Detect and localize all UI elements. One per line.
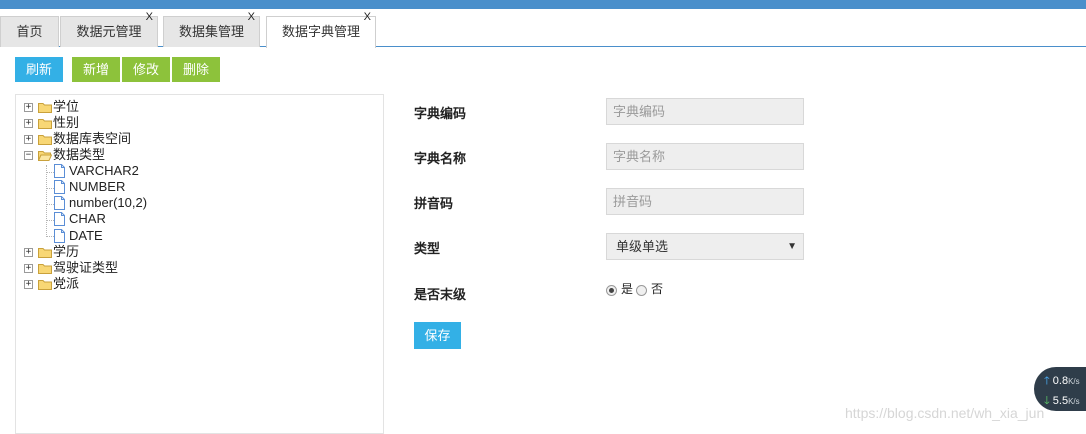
- upload-value: 0.8: [1052, 375, 1069, 387]
- close-icon[interactable]: X: [364, 11, 371, 23]
- folder-icon: [38, 280, 52, 290]
- collapse-icon[interactable]: −: [24, 151, 33, 160]
- folder-icon: [38, 119, 52, 129]
- tab-data-element[interactable]: 数据元管理 X: [60, 11, 158, 47]
- folder-open-icon: [38, 151, 52, 161]
- tree-node-label: 数据类型: [53, 147, 106, 162]
- tab-label: 数据元管理: [76, 24, 142, 39]
- tree-connector: [46, 220, 54, 221]
- name-label: 字典名称: [414, 151, 467, 166]
- file-icon: [54, 212, 65, 226]
- code-input[interactable]: [606, 98, 804, 125]
- caret-down-icon: ▼: [787, 241, 797, 252]
- tab-label: 首页: [16, 24, 43, 39]
- pinyin-label: 拼音码: [414, 196, 454, 211]
- tab-dataset[interactable]: 数据集管理 X: [163, 11, 260, 47]
- edit-button[interactable]: 修改: [122, 57, 171, 82]
- expand-icon[interactable]: +: [24, 103, 33, 112]
- tree-connector: [46, 172, 54, 173]
- tree-node-label: 学历: [53, 244, 80, 259]
- tree-leaf-label: VARCHAR2: [69, 163, 139, 178]
- folder-icon: [38, 264, 52, 274]
- leaf-yes-label: 是: [621, 282, 634, 296]
- expand-icon[interactable]: +: [24, 119, 33, 128]
- tab-data-dictionary[interactable]: 数据字典管理 X: [266, 11, 376, 48]
- type-select-value: 单级单选: [616, 239, 669, 254]
- download-arrow-icon: 🡓: [1044, 395, 1050, 407]
- file-icon: [54, 180, 65, 194]
- name-input[interactable]: [606, 143, 804, 170]
- refresh-button[interactable]: 刷新: [15, 57, 64, 82]
- type-label: 类型: [414, 241, 441, 256]
- tree-node-label: 党派: [53, 276, 80, 291]
- leaf-no-radio[interactable]: [636, 285, 647, 296]
- file-icon: [54, 164, 65, 178]
- watermark: https://blog.csdn.net/wh_xia_jun: [845, 405, 1045, 421]
- file-icon: [54, 196, 65, 210]
- tab-label: 数据字典管理: [281, 24, 360, 39]
- upload-arrow-icon: 🡑: [1044, 375, 1050, 387]
- expand-icon[interactable]: +: [24, 264, 33, 273]
- folder-icon: [38, 103, 52, 113]
- leaf-label: 是否末级: [414, 287, 467, 302]
- tree-connector: [46, 188, 54, 189]
- expand-icon[interactable]: +: [24, 135, 33, 144]
- close-icon[interactable]: X: [248, 11, 255, 23]
- tree-leaf-label: NUMBER: [69, 179, 126, 194]
- download-value: 5.5: [1052, 395, 1069, 407]
- folder-icon: [38, 135, 52, 145]
- add-button[interactable]: 新增: [72, 57, 121, 82]
- download-speed: 🡓 5.5K/s: [1044, 392, 1080, 411]
- upload-speed: 🡑 0.8K/s: [1044, 372, 1080, 391]
- tree-connector: [46, 165, 47, 237]
- save-button[interactable]: 保存: [414, 322, 461, 349]
- tree-node-label: 性别: [53, 115, 80, 130]
- pinyin-input[interactable]: [606, 188, 804, 215]
- leaf-yes-radio[interactable]: [606, 285, 617, 296]
- tree-node-label: 学位: [53, 99, 80, 114]
- speed-unit: K/s: [1068, 377, 1080, 386]
- code-label: 字典编码: [414, 106, 467, 121]
- tree-connector: [46, 204, 54, 205]
- tab-bar: 首页 数据元管理 X 数据集管理 X 数据字典管理 X: [0, 9, 1086, 48]
- dictionary-tree: + 学位 + 性别 + 数据库表空间 − 数据类型 VARCHAR2 NUMBE…: [15, 94, 384, 434]
- leaf-no-label: 否: [651, 282, 664, 296]
- file-icon: [54, 229, 65, 243]
- tree-connector: [46, 236, 54, 237]
- type-select[interactable]: 单级单选 ▼: [606, 233, 804, 260]
- delete-button[interactable]: 删除: [172, 57, 221, 82]
- top-bar: [0, 0, 1086, 9]
- expand-icon[interactable]: +: [24, 248, 33, 257]
- tree-leaf-label: CHAR: [69, 211, 106, 226]
- tree-leaf-label: number(10,2): [69, 195, 148, 210]
- speed-unit: K/s: [1068, 397, 1080, 406]
- folder-icon: [38, 248, 52, 258]
- tree-node-label: 数据库表空间: [53, 131, 132, 146]
- tab-label: 数据集管理: [178, 24, 244, 39]
- expand-icon[interactable]: +: [24, 280, 33, 289]
- tree-node-label: 驾驶证类型: [53, 260, 119, 275]
- close-icon[interactable]: X: [146, 11, 153, 23]
- tree-leaf-label: DATE: [69, 228, 103, 243]
- tab-home[interactable]: 首页: [0, 16, 59, 47]
